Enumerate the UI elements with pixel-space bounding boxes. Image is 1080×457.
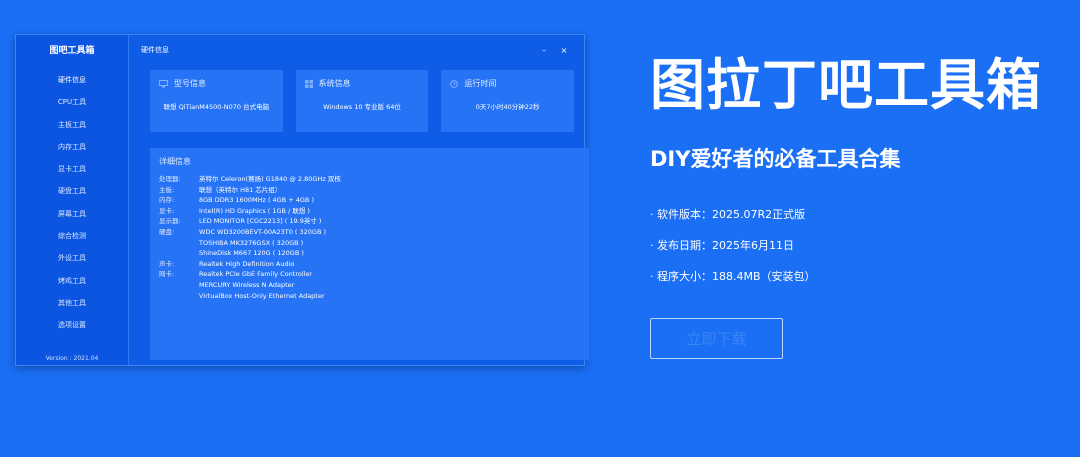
detail-value: 英特尔 Celeron(赛扬) G1840 @ 2.80GHz 双核 [199,175,341,183]
version-label: Version : 2021.04 [45,355,99,362]
release-info: · 软件版本：2025.07R2正式版 · 发布日期：2025年6月11日 · … [650,206,816,299]
windows-icon [304,79,313,88]
detail-row: TOSHIBA MK3276GSX ( 320GB ) [159,238,580,249]
uptime-card: 运行时间 0天7小时40分钟22秒 [441,70,575,132]
download-button[interactable]: 立即下载 [650,318,783,359]
close-button[interactable]: × [554,46,574,55]
info-size: · 程序大小：188.4MB（安装包） [650,270,816,283]
detail-value: WDC WD3200BEVT-00A23T0 ( 320GB ) [199,227,327,236]
detail-value: LED MONITOR [CGC2213] ( 19.9英寸 ) [199,217,322,226]
detail-row: 硬盘: WDC WD3200BEVT-00A23T0 ( 320GB ) [159,227,580,238]
detail-row: ShineDisk M667 120G ( 120GB ) [159,248,580,259]
hero-subtitle: DIY爱好者的必备工具合集 [650,147,901,171]
sidebar-item-peripheral-tools[interactable]: 外设工具 [16,247,128,269]
app-title: 图吧工具箱 [49,46,95,56]
detail-row: 显卡: Intel(R) HD Graphics ( 1GB / 联想 ) [159,206,580,217]
detail-key: 声卡: [159,259,175,268]
sidebar-item-hardware-info[interactable]: 硬件信息 [16,69,128,91]
detail-key: 硬盘: [159,227,175,236]
sidebar-item-overall-test[interactable]: 综合检测 [16,225,128,247]
model-info-card: 型号信息 联想 QiTianM4500-N070 台式电脑 [150,70,283,132]
detail-value: Realtek High Definition Audio [199,259,295,268]
detail-row: 声卡: Realtek High Definition Audio [159,259,580,270]
detail-row: 显示器: LED MONITOR [CGC2213] ( 19.9英寸 ) [159,216,580,227]
details-title: 详细信息 [159,157,191,166]
detail-value: VirtualBox Host-Only Ethernet Adapter [199,291,325,300]
detail-key [159,238,199,249]
sidebar-nav: 硬件信息 CPU工具 主板工具 内存工具 显卡工具 硬盘工具 屏幕工具 综合检测… [16,67,128,337]
hero-title: 图拉丁吧工具箱 [650,53,1043,117]
detail-value: Intel(R) HD Graphics ( 1GB / 联想 ) [199,206,310,215]
detail-key: 显卡: [159,206,175,215]
detail-value: MERCURY Wireless N Adapter [199,280,295,289]
card-value: Windows 10 专业版 64位 [323,103,401,111]
app-window-preview: 图吧工具箱 硬件信息 CPU工具 主板工具 内存工具 显卡工具 硬盘工具 屏幕工… [15,34,589,366]
detail-value: TOSHIBA MK3276GSX ( 320GB ) [199,238,304,247]
window-title: 硬件信息 [141,46,169,54]
sidebar-item-screen-tools[interactable]: 屏幕工具 [16,203,128,225]
sidebar-item-cpu-tools[interactable]: CPU工具 [16,91,128,113]
minimize-button[interactable]: – [534,46,554,55]
detail-row: 内存: 8GB DDR3 1600MHz ( 4GB + 4GB ) [159,195,580,206]
sidebar-item-other-tools[interactable]: 其他工具 [16,292,128,314]
detail-value: 联想（英特尔 H81 芯片组） [199,185,282,194]
detail-key [159,291,199,302]
sidebar: 图吧工具箱 硬件信息 CPU工具 主板工具 内存工具 显卡工具 硬盘工具 屏幕工… [16,35,129,365]
detail-row: 主板: 联想（英特尔 H81 芯片组） [159,185,580,196]
details-panel: 详细信息 处理器: 英特尔 Celeron(赛扬) G1840 @ 2.80GHz… [150,148,589,360]
detail-key: 显示器: [159,217,181,226]
sidebar-item-mainboard-tools[interactable]: 主板工具 [16,114,128,136]
sidebar-item-stress-tools[interactable]: 烤鸡工具 [16,270,128,292]
detail-key: 内存: [159,196,175,205]
detail-value: ShineDisk M667 120G ( 120GB ) [199,249,304,258]
detail-key: 主板: [159,185,175,194]
info-version: · 软件版本：2025.07R2正式版 [650,208,806,221]
card-label: 运行时间 [464,79,497,88]
main-content: 硬件信息 – × 型号信息 联想 QiTianM4500-N070 台式电脑 系… [129,35,589,365]
detail-row: 处理器: 英特尔 Celeron(赛扬) G1840 @ 2.80GHz 双核 [159,174,580,185]
system-info-card: 系统信息 Windows 10 专业版 64位 [295,70,429,132]
detail-value: 8GB DDR3 1600MHz ( 4GB + 4GB ) [199,196,314,205]
detail-row: VirtualBox Host-Only Ethernet Adapter [159,291,580,302]
monitor-icon [159,79,168,87]
detail-key [159,280,199,291]
card-label: 系统信息 [318,79,351,88]
card-value: 0天7小时40分钟22秒 [475,103,540,111]
detail-value: Realtek PCIe GbE Family Controller [199,270,313,279]
card-value: 联想 QiTianM4500-N070 台式电脑 [163,103,270,111]
detail-key: 处理器: [159,175,181,183]
card-label: 型号信息 [174,79,206,88]
detail-key [159,248,199,259]
sidebar-item-gpu-tools[interactable]: 显卡工具 [16,158,128,180]
detail-row: MERCURY Wireless N Adapter [159,280,580,291]
sidebar-item-memory-tools[interactable]: 内存工具 [16,136,128,158]
titlebar: 硬件信息 – × [129,35,584,65]
info-release-date: · 发布日期：2025年6月11日 [650,239,794,252]
sidebar-item-settings[interactable]: 选项设置 [16,314,128,336]
summary-cards: 型号信息 联想 QiTianM4500-N070 台式电脑 系统信息 Windo… [150,70,575,132]
sidebar-item-disk-tools[interactable]: 硬盘工具 [16,180,128,202]
detail-key: 网卡: [159,270,175,279]
detail-row: 网卡: Realtek PCIe GbE Family Controller [159,269,580,280]
clock-icon [450,79,459,88]
